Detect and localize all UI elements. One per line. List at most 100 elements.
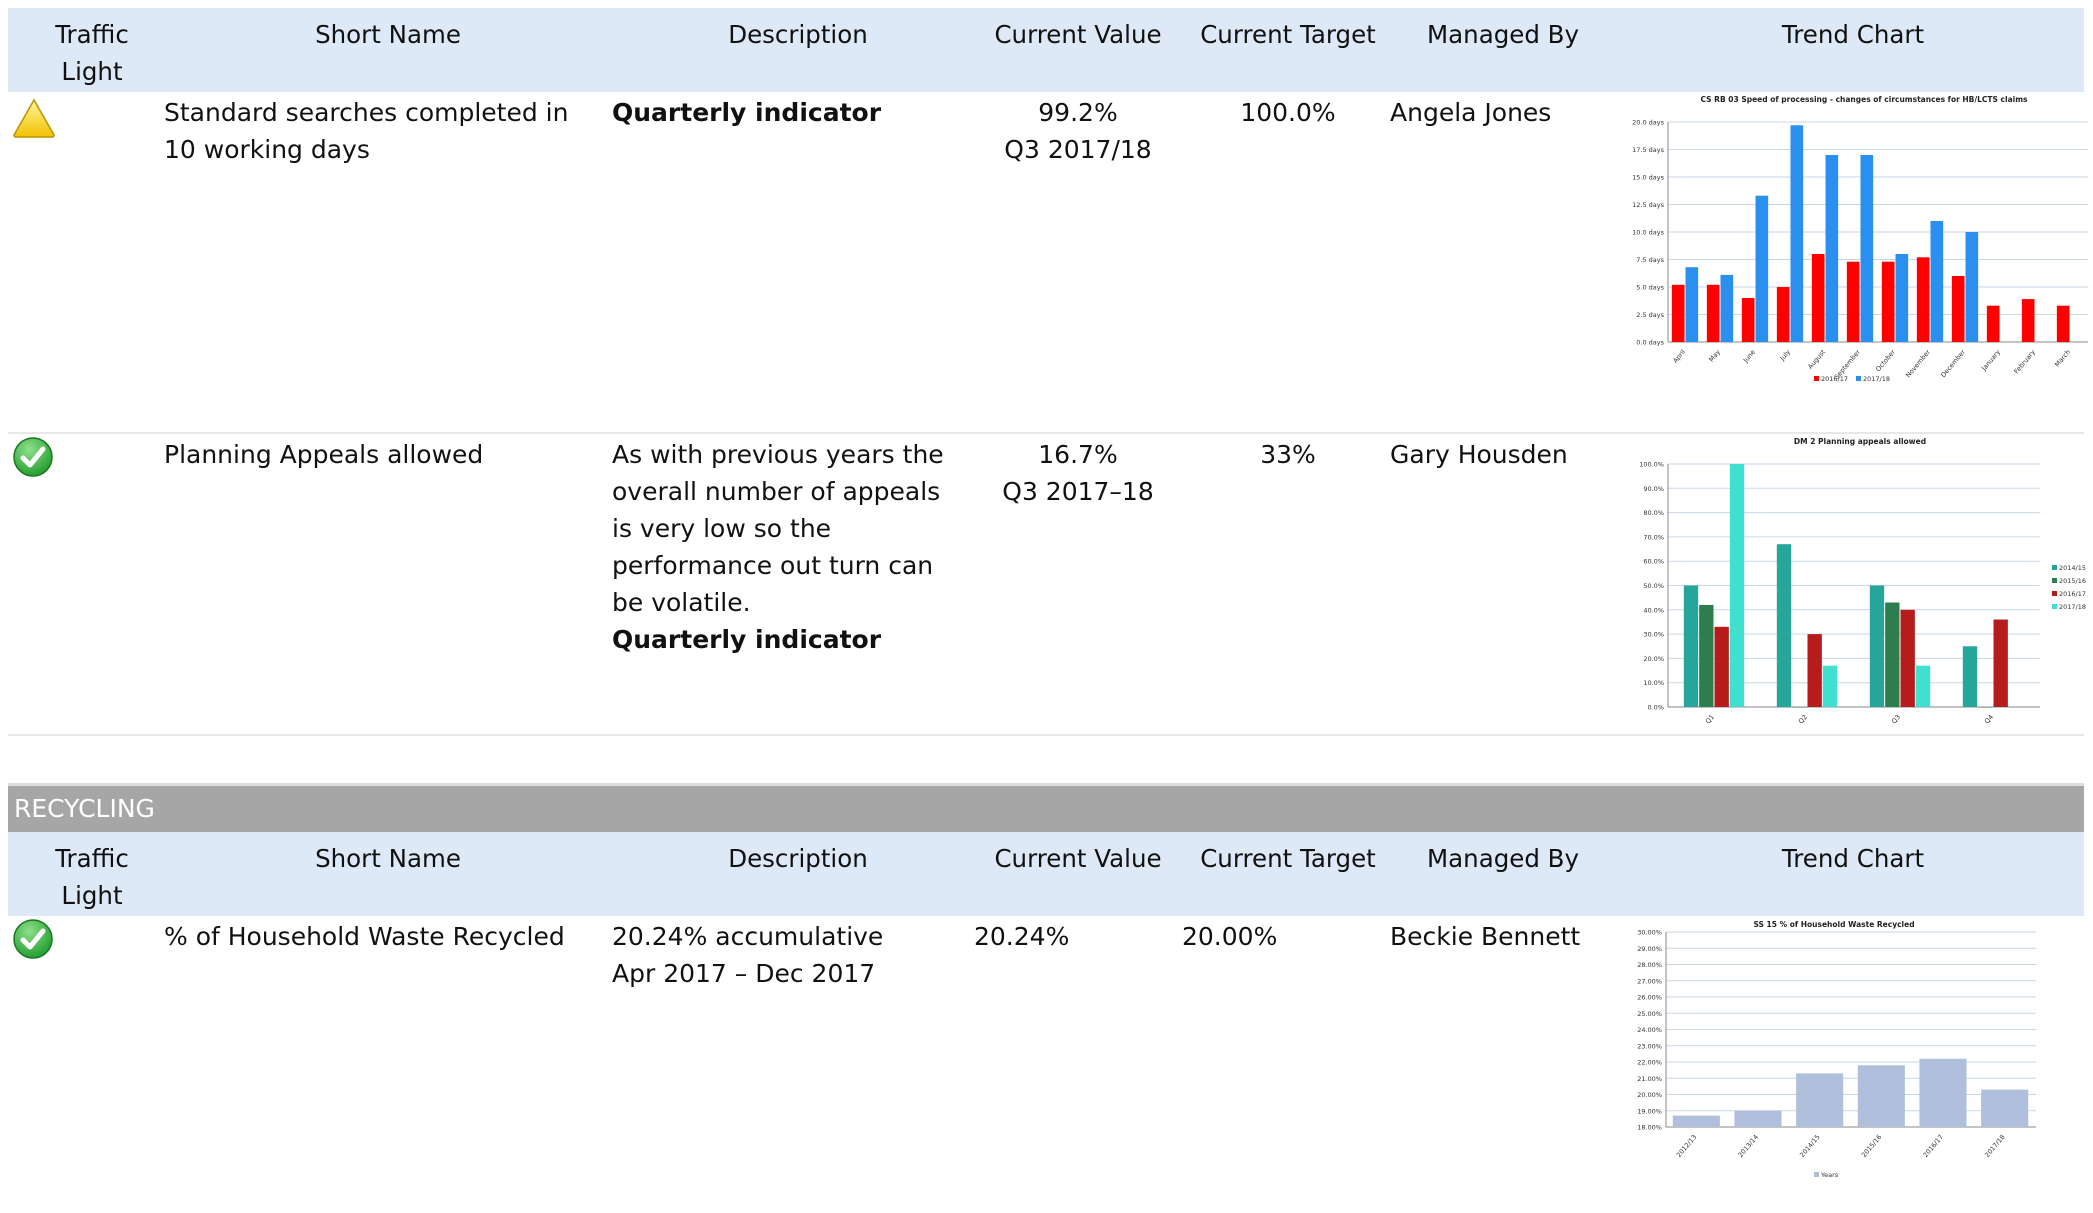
bar (1741, 298, 1755, 342)
short-name: Planning Appeals allowed (164, 440, 484, 469)
current-target: 100.0% (1240, 98, 1336, 127)
bar (1720, 274, 1734, 342)
header-current-value: Current Value (994, 844, 1162, 873)
bar (1869, 585, 1885, 707)
y-tick-label: 20.0% (1643, 655, 1664, 663)
row-divider (8, 734, 2084, 736)
x-tick-label: December (1939, 348, 1967, 379)
bar (1790, 125, 1804, 342)
bar (1986, 305, 2000, 342)
bar (1672, 1115, 1720, 1127)
y-tick-label: 80.0% (1643, 509, 1664, 517)
bar (1683, 585, 1699, 707)
bar (1846, 261, 1860, 342)
y-tick-label: 15.0 days (1632, 174, 1664, 182)
table-row: % of Household Waste Recycled 20.24% acc… (8, 916, 2084, 1213)
header-current-target: Current Target (1200, 844, 1376, 873)
x-tick-label: 2014/15 (1798, 1133, 1821, 1159)
bar (1915, 665, 1931, 707)
header-managed-by: Managed By (1427, 20, 1579, 49)
short-name: Standard searches completed in 10 workin… (164, 98, 569, 164)
y-tick-label: 23.00% (1637, 1042, 1662, 1050)
x-tick-label: August (1806, 348, 1827, 371)
y-tick-label: 5.0 days (1636, 284, 1664, 292)
description-text: As with previous years the overall numbe… (612, 440, 944, 617)
header-trend-chart: Trend Chart (1781, 20, 1925, 49)
description: Quarterly indicator (612, 98, 882, 127)
bar (1919, 1058, 1967, 1127)
y-tick-label: 20.00% (1637, 1091, 1662, 1099)
bar (2056, 305, 2070, 342)
y-tick-label: 60.0% (1643, 558, 1664, 566)
description-line: Apr 2017 – Dec 2017 (612, 959, 876, 988)
legend-label: 2014/15 (2059, 564, 2086, 572)
y-tick-label: 10.0% (1643, 679, 1664, 687)
header-description: Description (728, 20, 868, 49)
y-tick-label: 70.0% (1643, 533, 1664, 541)
header-managed-by: Managed By (1427, 844, 1579, 873)
bar (1881, 261, 1895, 342)
description-note: Quarterly indicator (612, 625, 882, 654)
bar (1900, 609, 1915, 707)
x-tick-label: April (1671, 348, 1687, 365)
description: As with previous years the overall numbe… (612, 436, 962, 658)
bar (1792, 707, 1807, 708)
trend-chart-household-waste: SS 15 % of Household Waste Recycled 18.00… (1637, 920, 2036, 1179)
y-tick-label: 29.00% (1637, 945, 1662, 953)
bar (1822, 665, 1838, 707)
x-tick-label: Q4 (1983, 713, 1995, 724)
header-traffic-light: Traffic Light (55, 20, 129, 86)
header-traffic-light: Traffic Light (55, 844, 129, 910)
bar (1916, 257, 1930, 342)
x-tick-label: March (2053, 348, 2072, 368)
x-tick-label: January (1979, 348, 2002, 373)
x-tick-label: February (2012, 348, 2037, 375)
description-line: 20.24% accumulative (612, 922, 884, 951)
x-tick-label: 2015/16 (1860, 1133, 1883, 1159)
y-tick-label: 7.5 days (1636, 256, 1664, 264)
section-header-recycling: RECYCLING (8, 783, 2084, 832)
bar (1811, 254, 1825, 342)
managed-by: Angela Jones (1390, 98, 1552, 127)
bar (1993, 619, 2008, 707)
y-tick-label: 30.0% (1643, 631, 1664, 639)
y-tick-label: 30.00% (1637, 929, 1662, 937)
y-tick-label: 21.00% (1637, 1075, 1662, 1083)
y-tick-label: 50.0% (1643, 582, 1664, 590)
x-tick-label: May (1707, 348, 1722, 364)
value-period: Q3 2017/18 (1004, 135, 1152, 164)
bar (1965, 232, 1979, 342)
bar (1706, 284, 1720, 342)
bar (1776, 287, 1790, 342)
bar (1978, 707, 1993, 708)
y-tick-label: 40.0% (1643, 606, 1664, 614)
bar (1981, 1089, 2029, 1127)
bar (1885, 602, 1900, 707)
legend-swatch (1814, 376, 1819, 381)
y-tick-label: 19.00% (1637, 1107, 1662, 1115)
y-tick-label: 28.00% (1637, 961, 1662, 969)
x-tick-label: Q2 (1797, 713, 1809, 724)
chart-title: SS 15 % of Household Waste Recycled (1753, 920, 1914, 929)
current-value: 99.2% Q3 2017/18 (978, 94, 1178, 168)
table-header-row: Traffic Light Short Name Description Cur… (8, 832, 2084, 916)
bar (1714, 626, 1729, 707)
bar (1685, 267, 1699, 342)
green-check-icon (13, 919, 53, 959)
bar (1796, 1073, 1844, 1127)
bar (1807, 634, 1822, 707)
header-trend-chart: Trend Chart (1781, 844, 1925, 873)
y-tick-label: 100.0% (1639, 461, 1664, 469)
bar (1729, 464, 1745, 707)
bar (2021, 299, 2035, 342)
managed-by: Beckie Bennett (1390, 922, 1581, 951)
green-check-icon (13, 437, 53, 477)
bar (1825, 155, 1839, 342)
value-text: 16.7% (1038, 440, 1118, 469)
bar (1951, 276, 1965, 342)
x-tick-label: Q1 (1704, 713, 1716, 724)
legend-swatch (2052, 578, 2057, 583)
short-name: % of Household Waste Recycled (164, 922, 565, 951)
x-tick-label: 2016/17 (1922, 1133, 1945, 1159)
y-tick-label: 26.00% (1637, 994, 1662, 1002)
